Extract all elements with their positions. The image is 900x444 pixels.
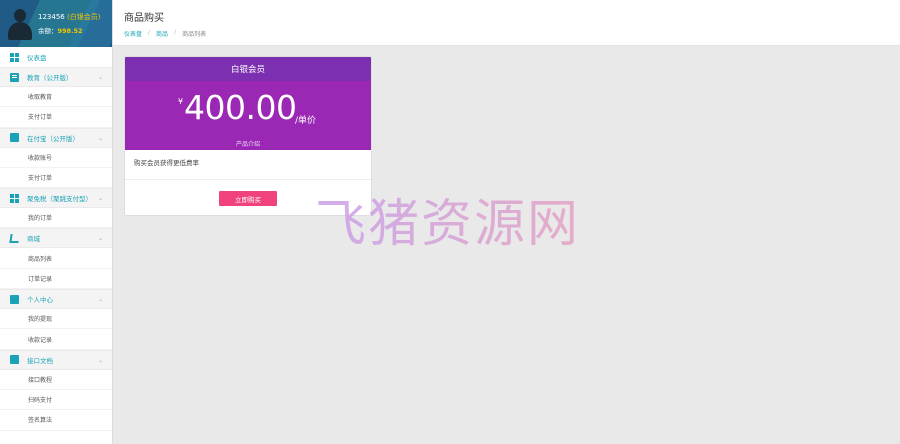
chevron-down-icon: ⌄ <box>97 235 103 243</box>
chevron-down-icon: ⌄ <box>97 74 103 81</box>
breadcrumb: 仪表盘 / 商品 / 商品列表 <box>124 29 207 38</box>
chevron-down-icon: ⌄ <box>97 356 103 364</box>
sidebar-item-api-tutorial[interactable]: 接口教程 <box>0 369 112 390</box>
breadcrumb-dashboard[interactable]: 仪表盘 <box>124 29 142 38</box>
chevron-down-icon: ⌄ <box>97 195 103 203</box>
profile-panel: 123456 (白银会员) 余额：998.52 <box>0 0 112 47</box>
sidebar-section-shop[interactable]: 商城 ⌄ <box>0 228 112 249</box>
sidebar-section-personal[interactable]: 个人中心 ⌄ <box>0 289 112 310</box>
currency-symbol: ¥ <box>178 97 184 106</box>
price-panel: ¥ 400.00 /单价 产品介绍 <box>125 81 371 150</box>
cart-icon <box>9 233 20 243</box>
sidebar-item-my-orders[interactable]: 我的订单 <box>0 208 112 229</box>
buy-now-button[interactable]: 立即购买 <box>219 191 277 206</box>
book-icon <box>10 72 19 82</box>
sidebar-item-dashboard[interactable]: 仪表盘 <box>0 47 112 67</box>
sidebar-section-alipay[interactable]: 在付宝（公开版） ⌄ <box>0 127 112 148</box>
product-description: 购买会员获得更低费率 <box>125 150 371 180</box>
price-unit: /单价 <box>295 116 317 126</box>
sidebar-item-receipts[interactable]: 收款记录 <box>0 329 112 350</box>
price-value: 400.00 <box>184 88 297 127</box>
product-name: 白银会员 <box>125 57 371 81</box>
sidebar-item-collect-education[interactable]: 收取教育 <box>0 87 112 108</box>
sidebar-section-api-docs[interactable]: 接口文档 ⌄ <box>0 349 112 370</box>
avatar[interactable] <box>6 5 34 41</box>
doc-icon <box>10 355 19 365</box>
sidebar-item-receiving-account[interactable]: 收款账号 <box>0 147 112 168</box>
sidebar-item-withdrawals[interactable]: 我的提现 <box>0 309 112 330</box>
breadcrumb-products[interactable]: 商品 <box>156 29 168 38</box>
page-title: 商品购买 <box>124 13 164 24</box>
product-intro-label: 产品介绍 <box>235 141 260 148</box>
sidebar-item-education-orders[interactable]: 支付订单 <box>0 107 112 128</box>
dashboard-icon <box>10 52 19 62</box>
user-icon <box>10 294 19 304</box>
username: 123456 (白银会员) <box>38 13 101 21</box>
sidebar-item-payment-orders[interactable]: 支付订单 <box>0 167 112 189</box>
card-icon <box>10 133 19 143</box>
balance: 余额：998.52 <box>38 27 83 35</box>
balance-amount: 998.52 <box>57 27 83 35</box>
sidebar-section-aggregate[interactable]: 聚免税（聚跳支付型） ⌄ <box>0 188 112 209</box>
sidebar-section-education[interactable]: 教育（公开版） ⌄ <box>0 67 112 87</box>
sidebar-item-signature[interactable]: 签名算法 <box>0 410 112 431</box>
breadcrumb-current: 商品列表 <box>182 31 207 38</box>
sidebar-item-qr-payment[interactable]: 扫码支付 <box>0 389 112 411</box>
user-level-badge: (白银会员) <box>66 13 101 21</box>
watermark: 飞猪资源网 <box>315 182 580 256</box>
chevron-down-icon: ⌄ <box>97 296 103 304</box>
chevron-down-icon: ⌄ <box>97 134 103 142</box>
grid-icon <box>10 193 19 203</box>
sidebar: 123456 (白银会员) 余额：998.52 仪表盘 教育（公开版） ⌄ 收取… <box>0 0 113 444</box>
sidebar-item-product-list[interactable]: 商品列表 <box>0 248 112 269</box>
sidebar-item-order-records[interactable]: 订单记录 <box>0 268 112 290</box>
page-header: 商品购买 仪表盘 / 商品 / 商品列表 <box>113 0 900 46</box>
